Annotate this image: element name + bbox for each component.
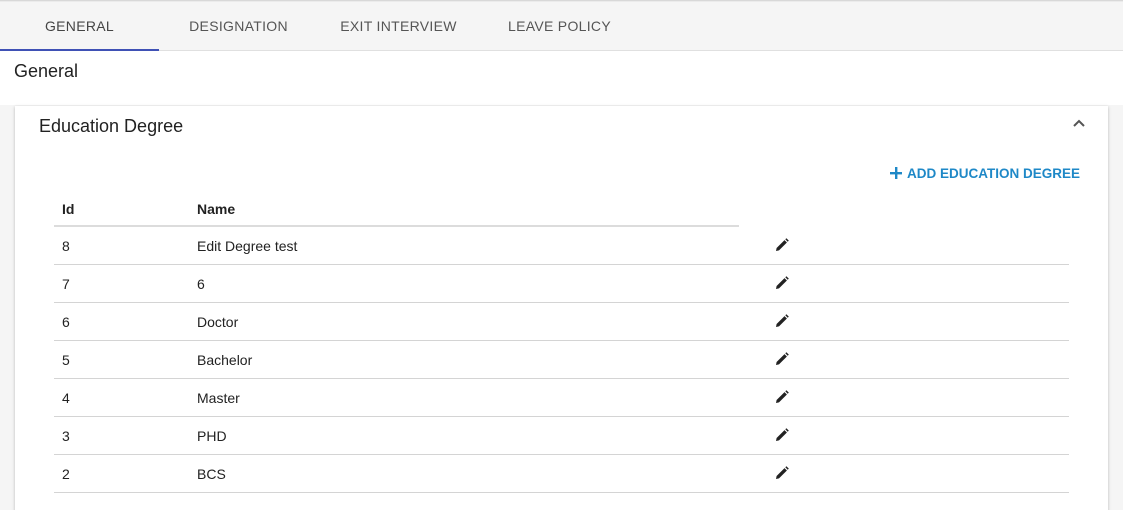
table-row: 2 BCS xyxy=(54,455,1069,493)
pencil-icon[interactable] xyxy=(775,276,789,290)
table-row: 3 PHD xyxy=(54,417,1069,455)
table-row: 7 6 xyxy=(54,265,1069,303)
cell-id: 7 xyxy=(62,276,70,292)
cell-name: PHD xyxy=(197,428,227,444)
app-root: GENERAL DESIGNATION EXIT INTERVIEW LEAVE… xyxy=(0,0,1123,510)
cell-id: 5 xyxy=(62,352,70,368)
pencil-icon[interactable] xyxy=(775,428,789,442)
education-degree-table: Id Name 8 Edit Degree test 7 6 6 Doctor … xyxy=(54,190,1069,493)
add-button-label: ADD EDUCATION DEGREE xyxy=(907,165,1081,181)
cell-id: 3 xyxy=(62,428,70,444)
cell-id: 4 xyxy=(62,390,70,406)
cell-name: Bachelor xyxy=(197,352,253,368)
tab-label: LEAVE POLICY xyxy=(508,18,611,34)
table-row: 5 Bachelor xyxy=(54,341,1069,379)
pencil-icon[interactable] xyxy=(775,352,789,366)
tab-label: DESIGNATION xyxy=(189,18,288,34)
table-row: 8 Edit Degree test xyxy=(54,227,1069,265)
page-title: General xyxy=(14,61,79,81)
tab-exit-interview[interactable]: EXIT INTERVIEW xyxy=(319,2,478,50)
cell-id: 8 xyxy=(62,238,70,254)
education-degree-panel: Education Degree ADD EDUCATION DEGREE Id… xyxy=(15,106,1108,510)
cell-name: Master xyxy=(197,390,240,406)
plus-icon xyxy=(890,167,902,179)
add-education-degree-button[interactable]: ADD EDUCATION DEGREE xyxy=(889,162,1080,184)
table-header: Id Name xyxy=(54,190,1069,227)
pencil-icon[interactable] xyxy=(775,238,789,252)
tab-label: GENERAL xyxy=(44,18,114,34)
cell-id: 6 xyxy=(62,314,70,330)
chevron-up-icon[interactable] xyxy=(1071,116,1087,130)
column-header-id[interactable]: Id xyxy=(62,201,74,217)
tab-label: EXIT INTERVIEW xyxy=(340,18,457,34)
cell-name: 6 xyxy=(197,276,205,292)
cell-id: 2 xyxy=(62,466,70,482)
tab-leave-policy[interactable]: LEAVE POLICY xyxy=(480,2,639,50)
tab-designation[interactable]: DESIGNATION xyxy=(159,2,318,50)
cell-name: Edit Degree test xyxy=(197,238,298,254)
tab-bar: GENERAL DESIGNATION EXIT INTERVIEW LEAVE… xyxy=(0,2,1123,51)
page-header: General xyxy=(0,51,1123,105)
column-header-name[interactable]: Name xyxy=(197,201,235,217)
table-row: 4 Master xyxy=(54,379,1069,417)
pencil-icon[interactable] xyxy=(775,466,789,480)
panel-title: Education Degree xyxy=(39,116,184,136)
cell-name: Doctor xyxy=(197,314,239,330)
pencil-icon[interactable] xyxy=(775,314,789,328)
pencil-icon[interactable] xyxy=(775,390,789,404)
cell-name: BCS xyxy=(197,466,226,482)
table-row: 6 Doctor xyxy=(54,303,1069,341)
tab-general[interactable]: GENERAL xyxy=(0,2,159,51)
